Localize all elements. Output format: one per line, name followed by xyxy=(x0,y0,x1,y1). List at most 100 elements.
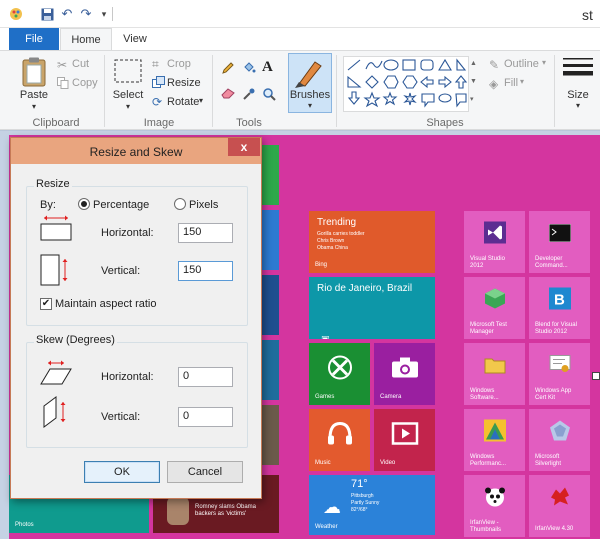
tools-group-label: Tools xyxy=(236,117,262,129)
canvas-resize-handle[interactable] xyxy=(592,372,600,380)
resize-horizontal-input[interactable]: 150 xyxy=(178,223,233,243)
skew-legend: Skew (Degrees) xyxy=(34,334,117,346)
trending-tile: Trending Gorilla carries toddler Chris B… xyxy=(309,211,435,273)
select-dropdown-icon[interactable]: ▾ xyxy=(108,102,148,111)
save-icon[interactable] xyxy=(40,7,54,21)
text-tool-icon[interactable]: A xyxy=(262,59,273,76)
games-label: Games xyxy=(315,394,335,400)
select-button[interactable]: Select xyxy=(108,89,148,101)
pixels-radio[interactable] xyxy=(174,198,186,210)
select-icon[interactable] xyxy=(114,59,142,86)
group-separator xyxy=(554,55,555,127)
paint-app-icon[interactable] xyxy=(9,7,23,21)
group-separator xyxy=(212,55,213,127)
undo-icon[interactable]: ↶ xyxy=(60,6,74,21)
photos-tile-label: Photos xyxy=(15,522,34,528)
games-tile: Games xyxy=(309,343,370,405)
rotate-button[interactable]: Rotate xyxy=(167,96,199,108)
test-manager-icon xyxy=(484,287,506,314)
crop-button[interactable]: Crop xyxy=(167,58,191,70)
paste-button[interactable]: Paste xyxy=(14,89,54,101)
peek-tile-blue xyxy=(261,210,279,270)
travel-title: Rio de Janeiro, Brazil xyxy=(317,283,413,294)
magnifier-icon[interactable] xyxy=(262,87,276,104)
fill-dropdown-icon[interactable]: ▾ xyxy=(520,77,524,86)
weather-tile: ☁ 71° Pittsburgh Partly Sunny 82°/68° We… xyxy=(309,475,435,535)
windows-app-cert-line-2: Cert Kit xyxy=(535,395,556,401)
customize-quick-access-icon[interactable]: ▾ xyxy=(97,7,111,21)
cut-button[interactable]: Cut xyxy=(72,58,89,70)
size-dropdown-icon[interactable]: ▾ xyxy=(560,101,596,110)
fill-bucket-icon[interactable] xyxy=(242,61,256,78)
ribbon-tabs: File Home View xyxy=(0,28,600,50)
brushes-dropdown-icon[interactable]: ▾ xyxy=(288,101,332,110)
skew-horizontal-input[interactable]: 0 xyxy=(178,367,233,387)
weather-range: 82°/68° xyxy=(351,507,368,513)
copy-icon xyxy=(57,77,69,92)
horizontal-skew-icon xyxy=(40,360,72,389)
resize-vertical-input[interactable]: 150 xyxy=(178,261,233,281)
redo-icon[interactable]: ↷ xyxy=(79,6,93,21)
weather-condition: Partly Sunny xyxy=(351,500,380,506)
pencil-icon[interactable] xyxy=(221,61,235,78)
visual-studio-tile: Visual Studio 2012 xyxy=(464,211,525,273)
group-separator xyxy=(104,55,105,127)
shapes-group-label: Shapes xyxy=(426,117,464,129)
dialog-title-bar[interactable]: Resize and Skew x xyxy=(11,138,261,164)
skew-vertical-input[interactable]: 0 xyxy=(178,407,233,427)
outline-button[interactable]: Outline xyxy=(504,58,539,70)
folder-icon xyxy=(484,355,506,379)
performance-icon xyxy=(483,419,506,446)
irfanview-thumbnails-line-2: Thumbnails xyxy=(470,527,502,533)
trending-line-2: Chris Brown xyxy=(317,238,345,244)
skew-vertical-label: Vertical: xyxy=(101,411,141,423)
developer-command-tile: Developer Command... xyxy=(529,211,590,273)
copy-button[interactable]: Copy xyxy=(72,77,98,89)
trending-app-label: Bing xyxy=(315,262,328,268)
tab-file[interactable]: File xyxy=(9,28,59,50)
size-icon[interactable] xyxy=(563,57,593,84)
outline-dropdown-icon[interactable]: ▾ xyxy=(542,58,546,67)
dialog-title: Resize and Skew xyxy=(89,145,183,159)
paste-dropdown-icon[interactable]: ▾ xyxy=(14,102,54,111)
silverlight-line-1: Microsoft xyxy=(535,454,560,460)
eraser-icon[interactable] xyxy=(221,87,235,102)
camera-tile: Camera xyxy=(374,343,435,405)
windows-software-line-2: Software... xyxy=(470,395,499,401)
dialog-close-button[interactable]: x xyxy=(228,138,260,156)
test-manager-line-2: Manager xyxy=(470,329,494,335)
maintain-aspect-ratio-label[interactable]: Maintain aspect ratio xyxy=(55,298,157,310)
pixels-label[interactable]: Pixels xyxy=(189,199,218,211)
windows-performance-line-2: Performanc... xyxy=(470,461,507,467)
fill-button[interactable]: Fill xyxy=(504,77,518,89)
irfanview-thumbnails-tile: IrfanView - Thumbnails xyxy=(464,475,525,537)
percentage-label[interactable]: Percentage xyxy=(93,199,149,211)
shapes-scroll-up-icon[interactable]: ▲ xyxy=(470,57,477,71)
paste-icon[interactable] xyxy=(22,57,46,90)
news-line-1: Romney slams Obama xyxy=(195,504,257,510)
irfanview-line-1: IrfanView 4.30 xyxy=(535,526,574,532)
percentage-radio[interactable] xyxy=(78,198,90,210)
color-picker-icon[interactable] xyxy=(242,87,256,104)
ok-button[interactable]: OK xyxy=(84,461,160,483)
tab-home[interactable]: Home xyxy=(60,28,112,50)
cancel-button[interactable]: Cancel xyxy=(167,461,243,483)
size-button[interactable]: Size xyxy=(560,89,596,101)
windows-app-cert-tile: Windows App Cert Kit xyxy=(529,343,590,405)
test-manager-tile: Microsoft Test Manager xyxy=(464,277,525,339)
rotate-dropdown-icon[interactable]: ▾ xyxy=(199,96,203,105)
peek-tile-teal xyxy=(261,340,279,400)
maintain-aspect-ratio-checkbox[interactable]: ✔ xyxy=(40,298,52,310)
windows-software-line-1: Windows xyxy=(470,388,495,394)
weather-city: Pittsburgh xyxy=(351,493,374,499)
shapes-gallery[interactable] xyxy=(343,56,469,112)
tab-view[interactable]: View xyxy=(113,28,157,50)
irfanview-thumbnails-line-1: IrfanView - xyxy=(470,520,499,526)
shapes-expand-icon[interactable]: ▾ xyxy=(470,93,474,107)
resize-horizontal-label: Horizontal: xyxy=(101,227,154,239)
trending-line-1: Gorilla carries toddler xyxy=(317,231,365,237)
by-label: By: xyxy=(40,199,56,211)
resize-button[interactable]: Resize xyxy=(167,77,201,89)
shapes-scroll-down-icon[interactable]: ▼ xyxy=(470,75,477,89)
travel-suitcase-icon: ▣ xyxy=(321,334,330,339)
